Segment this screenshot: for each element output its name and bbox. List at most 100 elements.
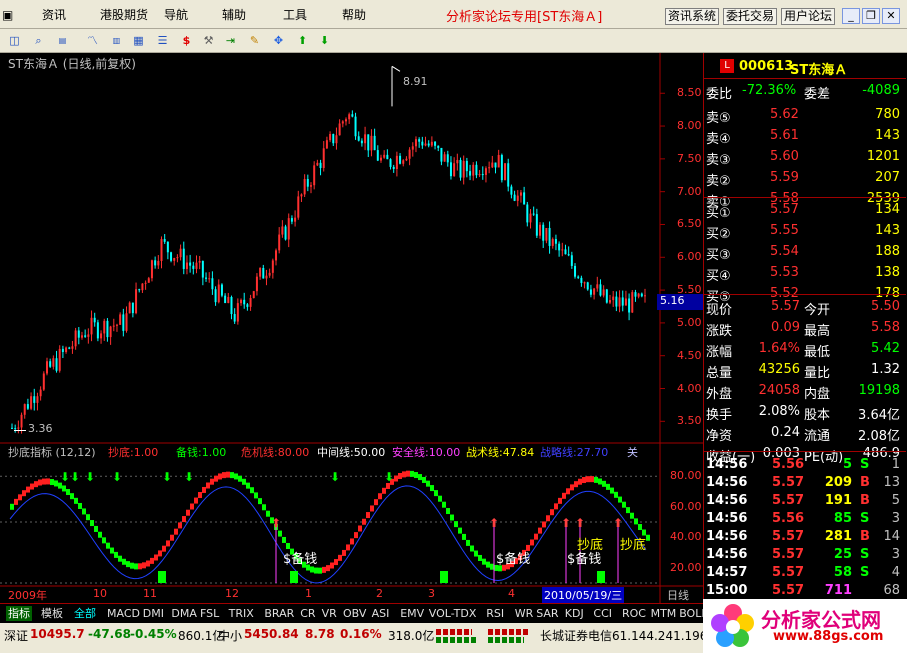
indicator-close[interactable]: 关 bbox=[627, 444, 638, 460]
oscillator-block bbox=[490, 563, 494, 570]
oscillator-block bbox=[394, 475, 398, 482]
pencil-icon[interactable]: ✎ bbox=[246, 32, 263, 49]
down-arrow-icon: ⬇ bbox=[330, 470, 340, 484]
menu-gongju[interactable]: 工具 bbox=[283, 7, 307, 23]
annotation-chaodi-1: 抄底 bbox=[577, 538, 604, 553]
tab-kdj[interactable]: KDJ bbox=[563, 606, 586, 621]
broker-info: 长城证券电信61.144.241.196 bbox=[540, 629, 708, 643]
stat-value: 5.42 bbox=[871, 341, 900, 356]
oscillator-block bbox=[442, 501, 446, 508]
high-label: 8.91 bbox=[403, 75, 428, 88]
tab-rsi[interactable]: RSI bbox=[484, 606, 506, 621]
tab-指标[interactable]: 指标 bbox=[6, 606, 32, 621]
chart-area[interactable]: ⬇ ⬇ ⬇ ⬇ ⬇ ⬇ ⬇ ⬇ ⬆ ⬆ ⬆ ⬆ ⬆ ST东海Ａ (日线,前复权) 8.91 3.36 5… bbox=[0, 53, 703, 603]
tab-sar[interactable]: SAR bbox=[534, 606, 560, 621]
candle-body bbox=[335, 135, 338, 144]
candle-body bbox=[618, 297, 621, 307]
tab-vol-tdx[interactable]: VOL-TDX bbox=[427, 606, 479, 621]
candle-body bbox=[488, 167, 491, 169]
candle-body bbox=[300, 194, 303, 197]
ask-label: 卖③ bbox=[706, 153, 731, 168]
restore-icon[interactable]: ❐ bbox=[862, 8, 880, 24]
menu-ganggu[interactable]: 港股期货 bbox=[100, 7, 148, 23]
stat-label: 外盘 bbox=[706, 387, 733, 402]
tab-brar[interactable]: BRAR bbox=[262, 606, 296, 621]
tab-asi[interactable]: ASI bbox=[370, 606, 392, 621]
tick-price: 5.57 bbox=[772, 583, 805, 598]
candle-body bbox=[325, 140, 328, 149]
close-icon[interactable]: ✕ bbox=[882, 8, 900, 24]
candle-body bbox=[160, 239, 163, 261]
kline-icon[interactable]: 〽 bbox=[84, 32, 101, 49]
arrow-up-icon[interactable]: ⬆ bbox=[294, 32, 311, 49]
arrow-down-icon[interactable]: ⬇ bbox=[316, 32, 333, 49]
oscillator-block bbox=[222, 472, 226, 479]
tick-count: 3 bbox=[891, 547, 900, 562]
import-icon[interactable]: ⇥ bbox=[222, 32, 239, 49]
oscillator-block bbox=[582, 477, 586, 484]
candle-body bbox=[182, 248, 185, 269]
minimize-icon[interactable]: _ bbox=[842, 8, 860, 24]
tab-fsl[interactable]: FSL bbox=[198, 606, 221, 621]
candle-body bbox=[96, 322, 99, 339]
trade-button[interactable]: 委托交易 bbox=[723, 8, 777, 25]
tab-roc[interactable]: ROC bbox=[620, 606, 648, 621]
tick-price: 5.57 bbox=[772, 475, 805, 490]
kline-chart[interactable]: ⬇ ⬇ ⬇ ⬇ ⬇ ⬇ ⬇ ⬇⬆ ⬆ ⬆ ⬆ ⬆ bbox=[0, 53, 703, 603]
tab-cci[interactable]: CCI bbox=[591, 606, 614, 621]
layout-icon[interactable]: ▦ bbox=[130, 32, 147, 49]
tab-mtm[interactable]: MTM bbox=[649, 606, 679, 621]
menu-bangzhu[interactable]: 帮助 bbox=[342, 7, 366, 23]
candle-body bbox=[367, 134, 370, 151]
bid-price: 5.55 bbox=[770, 223, 799, 238]
candle-body bbox=[240, 299, 243, 304]
stat-value: 24058 bbox=[758, 383, 800, 398]
oscillator-block bbox=[354, 532, 358, 539]
candle-body bbox=[290, 218, 293, 222]
stat-value: 5.58 bbox=[871, 320, 900, 335]
tab-wr[interactable]: WR bbox=[513, 606, 536, 621]
candle-body bbox=[176, 257, 179, 259]
candle-body bbox=[45, 361, 48, 374]
tools-icon[interactable]: ⚒ bbox=[200, 32, 217, 49]
tab-模板[interactable]: 模板 bbox=[39, 606, 65, 621]
oscillator-block bbox=[14, 498, 18, 505]
oscillator-block bbox=[342, 549, 346, 556]
move-icon[interactable]: ✥ bbox=[270, 32, 287, 49]
menu-zixun[interactable]: 资讯 bbox=[42, 7, 66, 23]
tab-dma[interactable]: DMA bbox=[169, 606, 199, 621]
tick-time: 14:56 bbox=[706, 511, 748, 526]
tab-obv[interactable]: OBV bbox=[341, 606, 368, 621]
tab-emv[interactable]: EMV bbox=[398, 606, 426, 621]
tab-全部[interactable]: 全部 bbox=[72, 606, 98, 621]
tab-vr[interactable]: VR bbox=[320, 606, 339, 621]
oscillator-block bbox=[454, 521, 458, 528]
candle-body bbox=[122, 314, 125, 331]
candle-body bbox=[344, 119, 347, 122]
menu-daohang[interactable]: 导航 bbox=[164, 7, 188, 23]
candle-body bbox=[14, 428, 17, 430]
app-icon[interactable]: ▣ bbox=[2, 7, 13, 23]
rsi-icon[interactable]: ▥ bbox=[108, 32, 125, 49]
tab-trix[interactable]: TRIX bbox=[227, 606, 256, 621]
zoom-icon[interactable]: ⌕ bbox=[30, 32, 47, 49]
candle-body bbox=[17, 427, 20, 429]
list-icon[interactable]: ☰ bbox=[154, 32, 171, 49]
oscillator-block bbox=[226, 471, 230, 478]
info-system-button[interactable]: 资讯系统 bbox=[665, 8, 719, 25]
dollar-icon[interactable]: $ bbox=[178, 32, 195, 49]
candle-body bbox=[427, 143, 430, 146]
chart-icon[interactable]: ◫ bbox=[6, 32, 23, 49]
candle-body bbox=[516, 195, 519, 201]
bid-row: 买④ 5.53 138 bbox=[704, 263, 906, 284]
indicator-chaodi: 抄底:1.00 bbox=[108, 446, 159, 459]
oscillator-block bbox=[322, 566, 326, 573]
tab-cr[interactable]: CR bbox=[298, 606, 317, 621]
menu-fuzhu[interactable]: 辅助 bbox=[222, 7, 246, 23]
etf-icon[interactable]: ▤ bbox=[54, 32, 71, 49]
candle-body bbox=[30, 396, 33, 409]
oscillator-block bbox=[406, 470, 410, 477]
tab-dmi[interactable]: DMI bbox=[141, 606, 166, 621]
forum-button[interactable]: 用户论坛 bbox=[781, 8, 835, 25]
tab-macd[interactable]: MACD bbox=[105, 606, 142, 621]
